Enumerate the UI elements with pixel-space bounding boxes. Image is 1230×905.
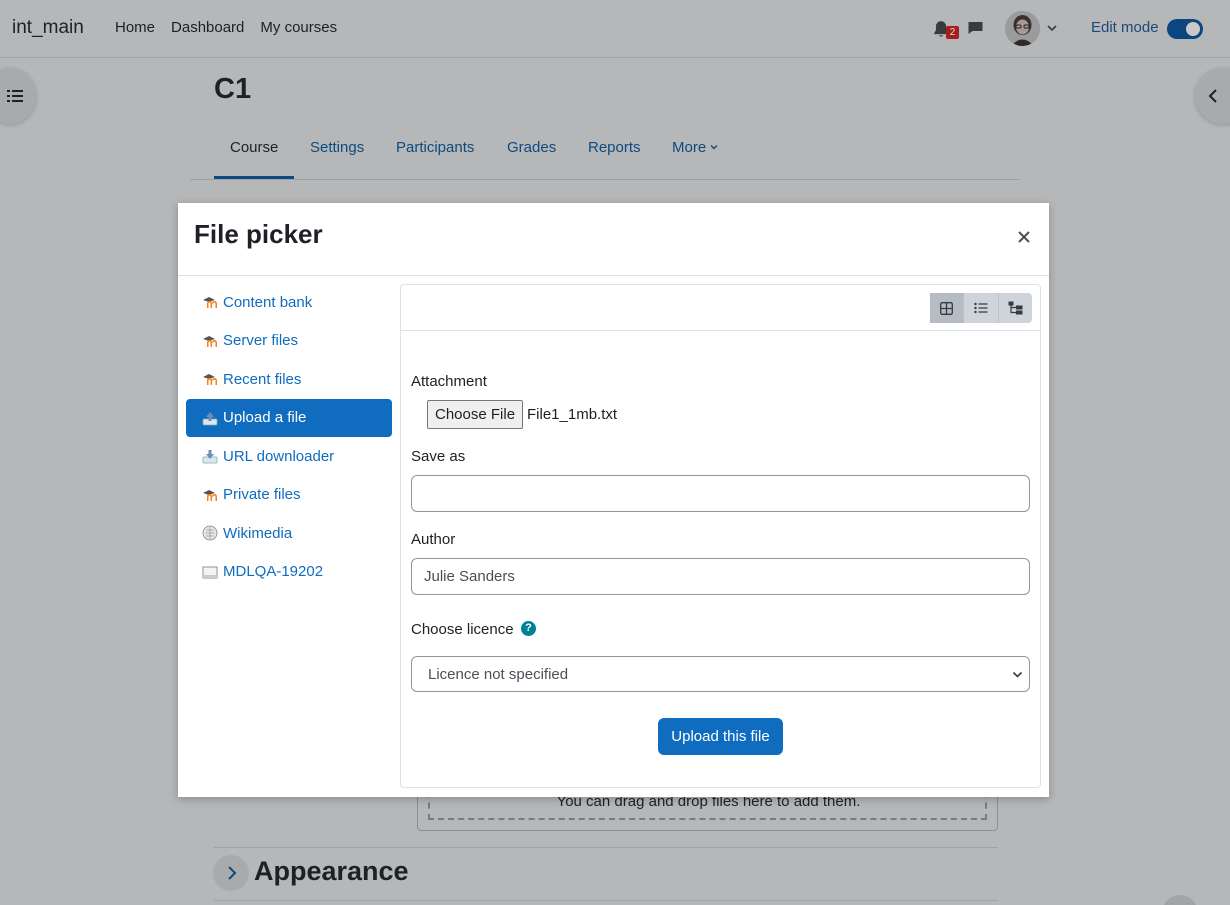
attachment-label: Attachment: [411, 373, 487, 390]
tab-grades[interactable]: Grades: [507, 139, 556, 156]
wikimedia-icon: [202, 525, 218, 541]
help-icon[interactable]: ?: [521, 621, 536, 636]
chevron-down-icon: [710, 145, 718, 150]
repository-content-bank[interactable]: Content bank: [186, 283, 392, 322]
course-secondary-navigation: Course Settings Participants Grades Repo…: [190, 124, 1020, 180]
edit-mode-label: Edit mode: [1091, 19, 1159, 36]
author-input[interactable]: [411, 558, 1030, 595]
repository-upload-a-file[interactable]: Upload a file: [186, 398, 392, 437]
author-label: Author: [411, 531, 456, 548]
modal-header: File picker: [178, 203, 1049, 276]
repository-label: URL downloader: [223, 447, 335, 465]
list-icon: [974, 302, 988, 314]
primary-navigation: Home Dashboard My courses: [115, 19, 337, 36]
licence-label: Choose licence: [411, 621, 514, 638]
divider: [214, 900, 998, 901]
tab-settings[interactable]: Settings: [310, 139, 364, 156]
chat-icon[interactable]: [967, 20, 984, 36]
repository-label: Wikimedia: [223, 524, 293, 542]
licence-select[interactable]: Licence not specified: [411, 656, 1030, 692]
section-title-appearance: Appearance: [254, 856, 409, 886]
tab-more-label: More: [672, 139, 707, 156]
tab-participants[interactable]: Participants: [396, 139, 474, 156]
moodle-icon: [203, 489, 217, 501]
repository-recent-files[interactable]: Recent files: [186, 360, 392, 399]
view-mode-buttons: [930, 293, 1032, 323]
avatar[interactable]: [1005, 11, 1040, 46]
file-picker-toolbar: [401, 285, 1040, 331]
repository-mdlqa-19202[interactable]: MDLQA-19202: [186, 553, 392, 592]
top-navbar: int_main Home Dashboard My courses 2 Edi…: [0, 0, 1230, 58]
site-brand[interactable]: int_main: [12, 17, 84, 39]
repository-list: Content bank Server files Recent files U…: [186, 283, 392, 591]
active-tab-indicator: [214, 176, 294, 179]
repository-private-files[interactable]: Private files: [186, 476, 392, 515]
tab-reports[interactable]: Reports: [588, 139, 641, 156]
grid-icon: [940, 301, 954, 315]
modal-title: File picker: [194, 219, 323, 249]
save-as-label: Save as: [411, 448, 466, 465]
chevron-left-icon: [1208, 89, 1217, 103]
nav-dashboard[interactable]: Dashboard: [171, 19, 244, 36]
repository-wikimedia[interactable]: Wikimedia: [186, 514, 392, 553]
tab-more[interactable]: More: [672, 139, 719, 156]
repository-label: Content bank: [223, 293, 313, 311]
drive-icon: [202, 566, 218, 579]
repository-label: Private files: [223, 486, 301, 504]
moodle-icon: [203, 335, 217, 347]
file-picker-modal: File picker Content bank Server files Re…: [178, 203, 1049, 797]
repository-server-files[interactable]: Server files: [186, 322, 392, 361]
view-list-button[interactable]: [964, 293, 999, 323]
save-as-input[interactable]: [411, 475, 1030, 512]
divider: [214, 847, 998, 848]
licence-selected-value: Licence not specified: [428, 665, 569, 683]
tab-course[interactable]: Course: [230, 139, 278, 156]
repository-url-downloader[interactable]: URL downloader: [186, 437, 392, 476]
notification-badge: 2: [946, 26, 959, 39]
url-download-icon: [202, 450, 218, 464]
upload-icon: [202, 411, 218, 426]
chevron-down-icon[interactable]: [1046, 22, 1058, 34]
edit-mode-toggle[interactable]: [1167, 19, 1203, 39]
repository-label: Server files: [223, 332, 299, 350]
repository-label: Recent files: [223, 370, 302, 388]
list-icon: [7, 90, 23, 102]
tree-icon: [1008, 301, 1023, 315]
view-icons-button[interactable]: [930, 293, 965, 323]
upload-file-button[interactable]: Upload this file: [658, 718, 783, 755]
selected-file-name: File1_1mb.txt: [527, 406, 618, 423]
close-icon[interactable]: [1016, 229, 1032, 245]
footer-help-button[interactable]: [1162, 895, 1198, 905]
moodle-icon: [203, 374, 217, 386]
nav-my-courses[interactable]: My courses: [260, 19, 337, 36]
nav-home[interactable]: Home: [115, 19, 155, 36]
choose-file-button[interactable]: Choose File: [427, 400, 524, 429]
moodle-icon: [203, 297, 217, 309]
repository-label: MDLQA-19202: [223, 563, 324, 581]
chevron-right-icon: [228, 866, 237, 880]
chevron-down-icon: [1012, 671, 1023, 678]
user-avatar-icon: [1005, 11, 1040, 46]
file-picker-content: Attachment Choose File File1_1mb.txt Sav…: [400, 284, 1041, 788]
page-title: C1: [214, 73, 252, 105]
repository-label: Upload a file: [223, 409, 307, 427]
view-tree-button[interactable]: [999, 293, 1032, 323]
